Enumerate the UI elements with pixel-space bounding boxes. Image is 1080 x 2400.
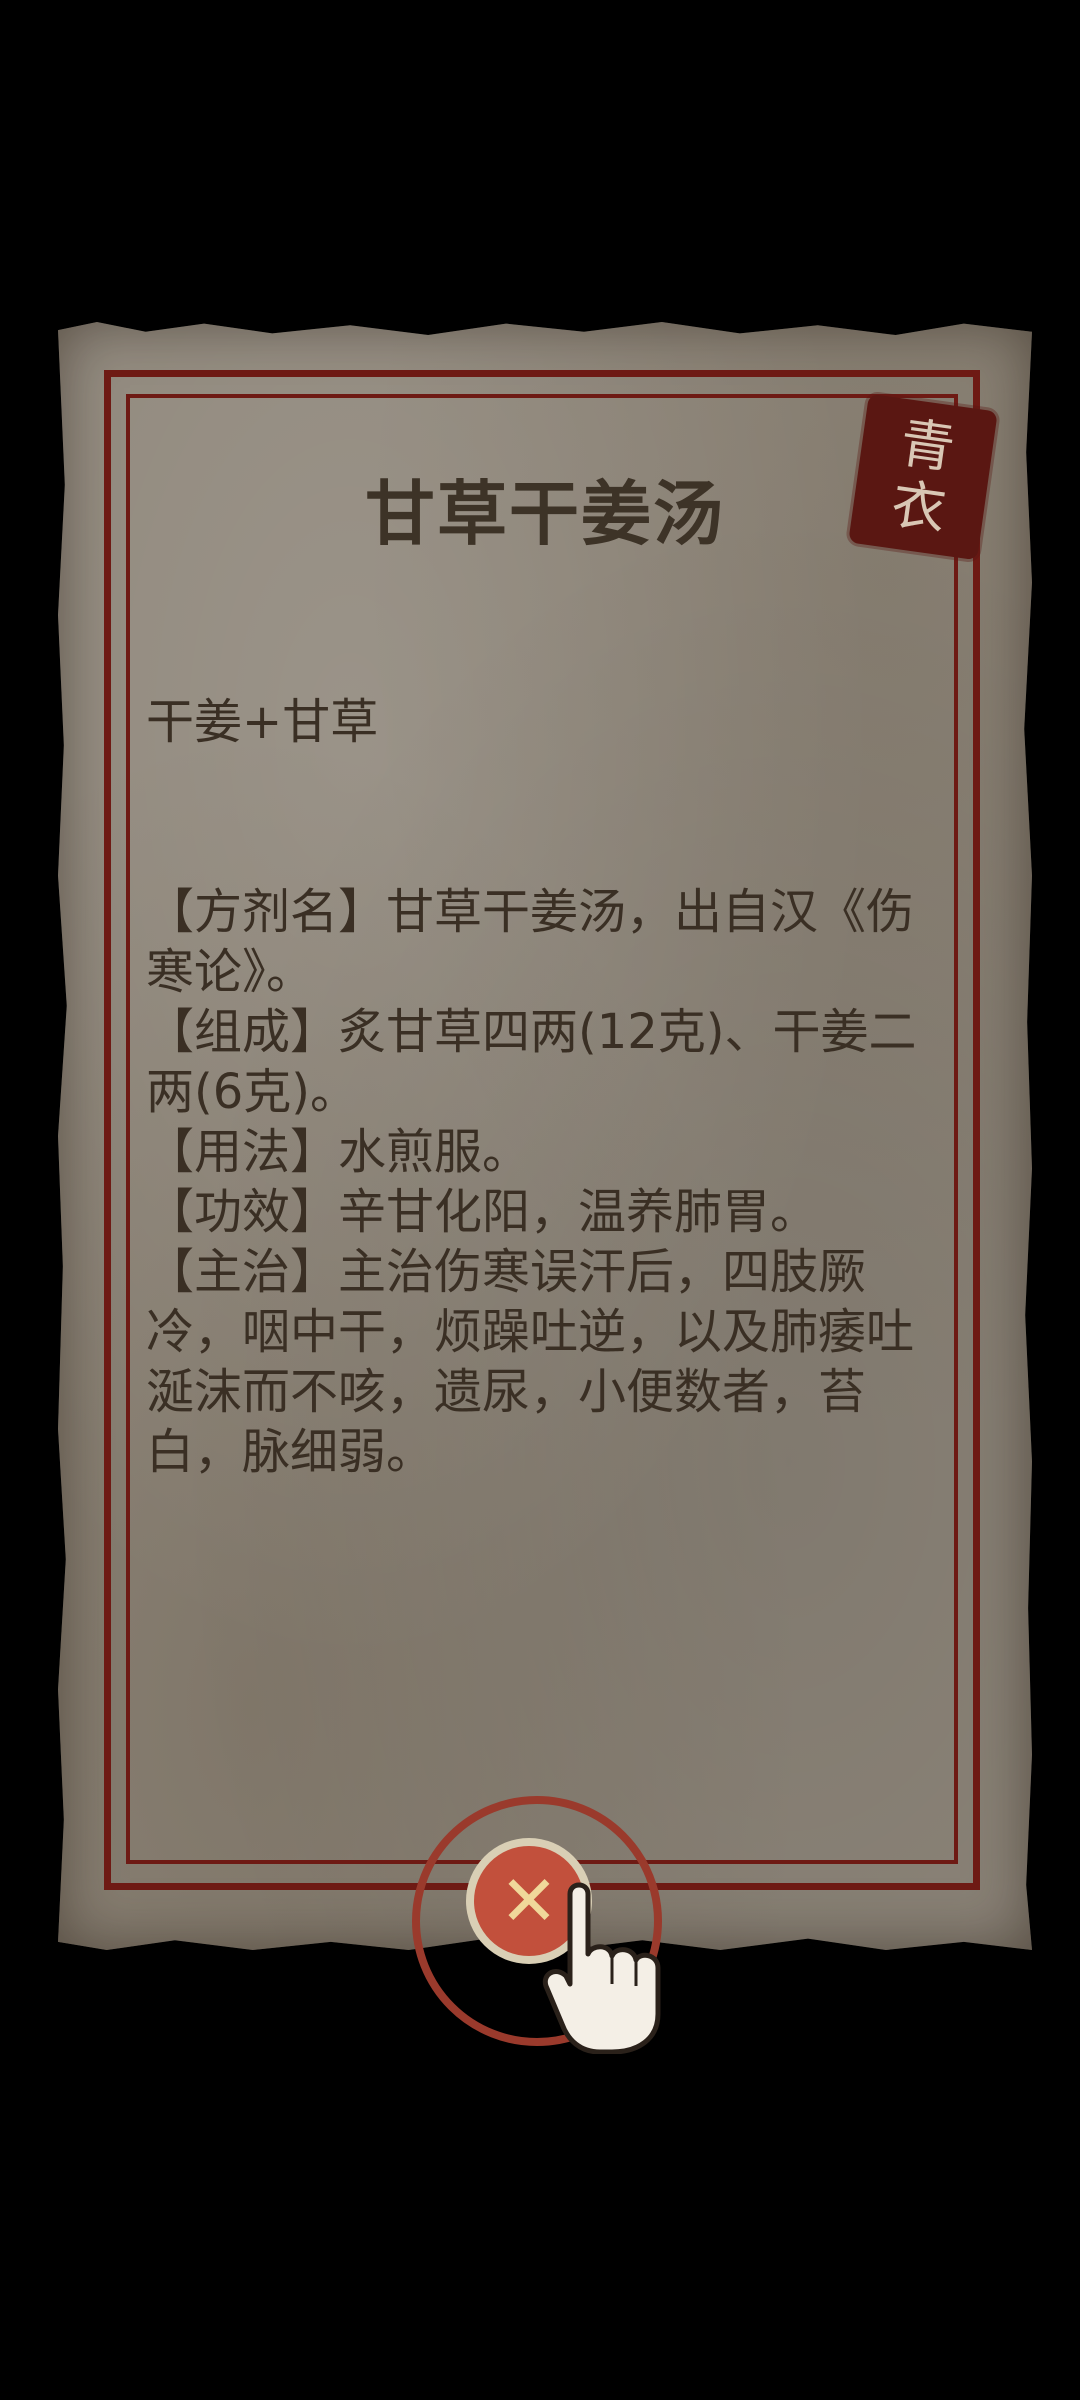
- recipe-details: 【方剂名】甘草干姜汤，出自汉《伤寒论》。 【组成】炙甘草四两(12克)、干姜二两…: [146, 882, 936, 1482]
- detail-indication: 【主治】主治伤寒误汗后，四肢厥冷，咽中干，烦躁吐逆，以及肺痿吐涎沫而不咳，遗尿，…: [146, 1244, 915, 1480]
- screen: 青 衣 甘草干姜汤 干姜+甘草 【方剂名】甘草干姜汤，出自汉《伤寒论》。 【组成…: [0, 0, 1080, 2400]
- close-control: ✕: [412, 1796, 662, 2054]
- detail-effect: 【功效】辛甘化阳，温养肺胃。: [146, 1184, 819, 1240]
- detail-usage: 【用法】水煎服。: [146, 1124, 531, 1180]
- detail-composition: 【组成】炙甘草四两(12克)、干姜二两(6克)。: [146, 1004, 917, 1120]
- recipe-title: 甘草干姜汤: [365, 473, 725, 555]
- pointing-hand-icon: [542, 1882, 661, 2054]
- recipe-formula: 干姜+甘草: [146, 694, 379, 750]
- recipe-card: 青 衣 甘草干姜汤 干姜+甘草 【方剂名】甘草干姜汤，出自汉《伤寒论》。 【组成…: [58, 322, 1032, 1950]
- detail-name: 【方剂名】甘草干姜汤，出自汉《伤寒论》。: [146, 884, 915, 1000]
